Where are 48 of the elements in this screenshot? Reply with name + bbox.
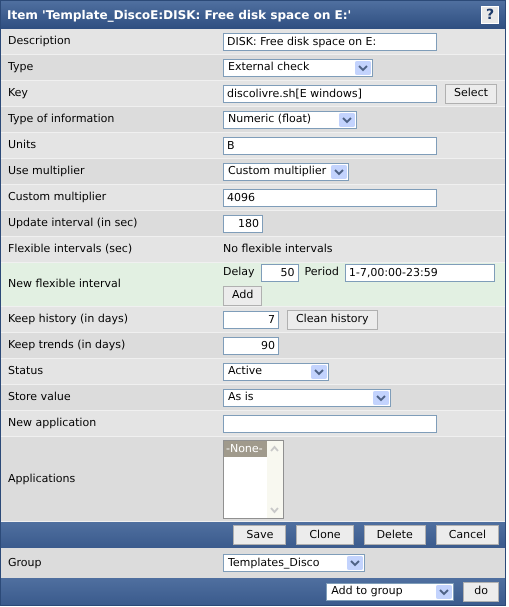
field-label: Keep trends (in days)	[7, 337, 126, 354]
field-label: Use multiplier	[7, 163, 86, 180]
field-label: Custom multiplier	[7, 189, 108, 206]
input-field[interactable]	[223, 414, 437, 432]
field-label: New flexible interval	[7, 276, 122, 292]
input-field[interactable]: 90	[223, 336, 279, 354]
dropdown[interactable]: External check	[223, 58, 373, 76]
select-button[interactable]: Select	[445, 84, 497, 104]
field-label: Description	[7, 33, 72, 50]
do-button[interactable]: do	[463, 582, 499, 602]
field-label: Store value	[7, 389, 72, 406]
dropdown[interactable]: Numeric (float)	[223, 110, 357, 128]
add-button[interactable]: Add	[223, 286, 262, 306]
input-field[interactable]: 180	[223, 214, 263, 232]
input-field[interactable]: DISK: Free disk space on E:	[223, 32, 437, 50]
dropdown[interactable]: Active	[223, 362, 329, 380]
field-label: Type of information	[7, 111, 116, 128]
field-label: Key	[7, 85, 29, 102]
value-text: No flexible intervals	[223, 241, 332, 258]
action-button[interactable]: Delete	[364, 525, 426, 545]
input-field[interactable]: B	[223, 136, 437, 154]
action-button[interactable]: Save	[233, 525, 286, 545]
field-label: Status	[7, 363, 44, 380]
field-label: Update interval (in sec)	[7, 215, 138, 232]
dropdown[interactable]: Custom multiplier	[223, 162, 349, 180]
group-action-dropdown[interactable]: Add to group	[326, 582, 454, 600]
input-field[interactable]: discolivre.sh[E windows]	[223, 84, 437, 102]
help-button[interactable]: ?	[481, 6, 499, 24]
action-button[interactable]: Clone	[296, 525, 354, 545]
field-label: Keep history (in days)	[7, 311, 130, 328]
input-field[interactable]: 4096	[223, 188, 437, 206]
input-field[interactable]: 50	[260, 264, 299, 282]
window-title: Item 'Template_DiscoE:DISK: Free disk space on E:'	[7, 7, 352, 24]
field-label: Group	[7, 554, 42, 571]
field-label: Type	[7, 59, 34, 76]
field-label: Flexible intervals (sec)	[7, 241, 134, 258]
dropdown[interactable]: As is	[223, 388, 391, 406]
input-field[interactable]: 1-7,00:00-23:59	[344, 264, 495, 282]
group-dropdown[interactable]: Templates_Disco	[223, 554, 365, 572]
action-button[interactable]: Cancel	[436, 525, 499, 545]
input-field[interactable]: 7	[223, 310, 279, 328]
scrollbar[interactable]	[267, 440, 283, 518]
period-label: Period	[304, 264, 339, 280]
delay-label: Delay	[223, 264, 255, 280]
field-label: Applications	[7, 470, 76, 487]
field-label: Units	[7, 137, 38, 154]
select-button[interactable]: Clean history	[287, 310, 378, 330]
field-label: New application	[7, 415, 98, 432]
